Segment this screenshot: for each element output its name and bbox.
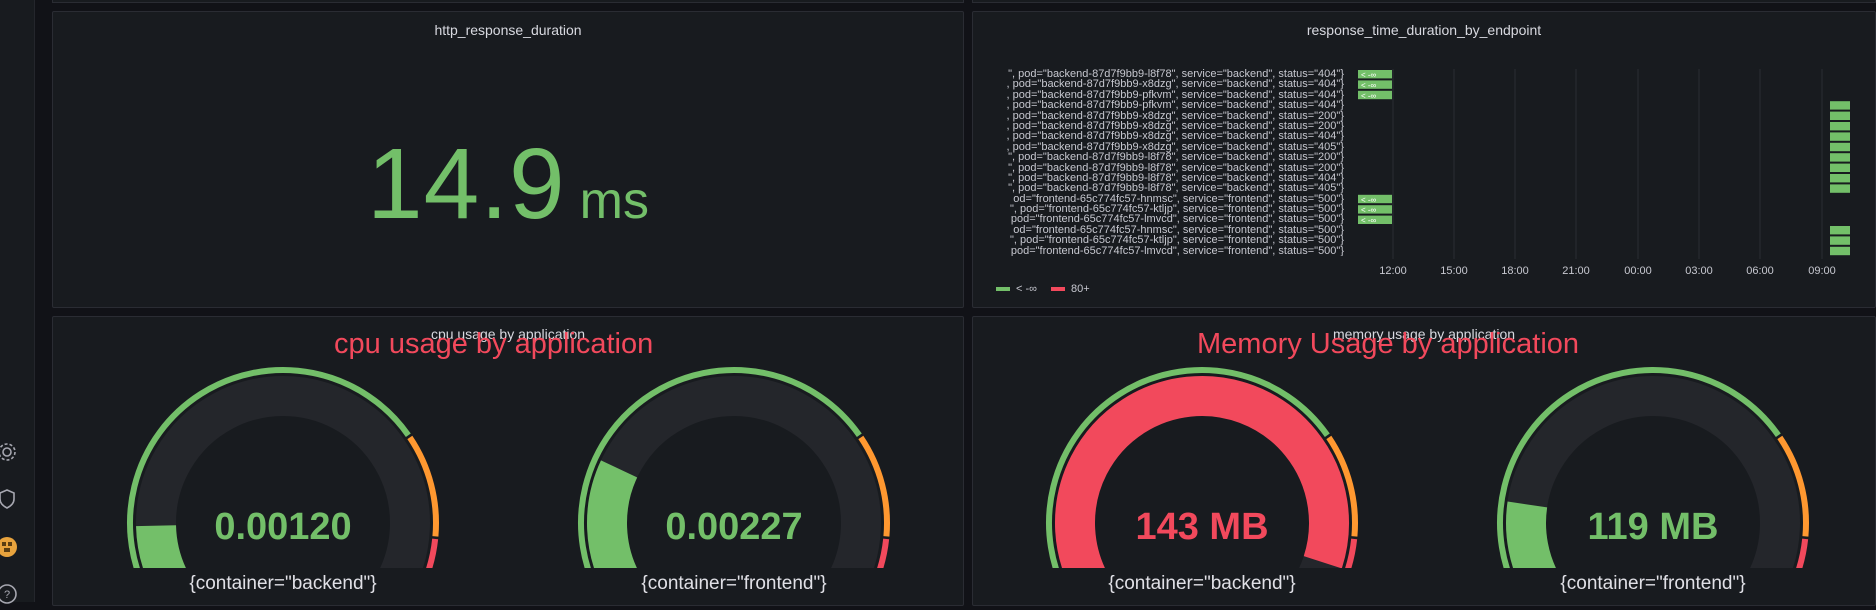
panel-title[interactable]: http_response_duration bbox=[53, 22, 963, 38]
x-tick-label: 06:00 bbox=[1746, 265, 1774, 277]
x-tick-label: 21:00 bbox=[1562, 265, 1590, 277]
heatmap-cell[interactable]: < -∞ bbox=[1358, 90, 1392, 101]
legend-item[interactable]: 80+ bbox=[1051, 283, 1090, 295]
cpu-frontend-gauge[interactable]: 0.00227 {container="frontend"} bbox=[575, 358, 893, 602]
heatmap-cell[interactable] bbox=[1830, 163, 1850, 172]
heatmap-cell[interactable] bbox=[1830, 153, 1850, 162]
x-tick-label: 15:00 bbox=[1440, 265, 1468, 277]
heatmap-cell-label: < -∞ bbox=[1361, 71, 1377, 80]
stat-panel[interactable]: http_response_duration 14.9 ms bbox=[52, 11, 964, 308]
stat-unit: ms bbox=[579, 172, 649, 230]
svg-text:?: ? bbox=[4, 589, 10, 601]
avatar[interactable] bbox=[0, 536, 18, 558]
panel-title[interactable]: response_time_duration_by_endpoint bbox=[973, 22, 1875, 38]
x-tick-label: 12:00 bbox=[1379, 265, 1407, 277]
gauge-label: {container="backend"} bbox=[189, 573, 377, 594]
heatmap-series-labels: ", pod="backend-87d7f9bb9-l8f78", servic… bbox=[976, 69, 1344, 256]
gauge-value: 119 MB bbox=[1587, 506, 1719, 548]
heatmap-cell[interactable]: < -∞ bbox=[1358, 194, 1392, 205]
side-menu: ? bbox=[0, 0, 35, 604]
x-tick-label: 09:00 bbox=[1808, 265, 1836, 277]
x-tick-label: 00:00 bbox=[1624, 265, 1652, 277]
x-tick-label: 18:00 bbox=[1501, 265, 1529, 277]
heatmap-cell-label: < -∞ bbox=[1361, 216, 1377, 225]
heatmap-cell-label: < -∞ bbox=[1361, 195, 1377, 204]
heatmap-grid: < -∞< -∞< -∞< -∞< -∞< -∞ bbox=[1358, 69, 1850, 259]
gauge-value: 0.00227 bbox=[665, 506, 803, 548]
memory-backend-gauge[interactable]: 143 MB {container="backend"} bbox=[1043, 358, 1361, 602]
gauge-value: 0.00120 bbox=[214, 506, 352, 548]
legend-swatch bbox=[1051, 287, 1065, 291]
panel-bottom-edge bbox=[972, 0, 1876, 3]
heatmap-cell[interactable] bbox=[1830, 111, 1850, 120]
heatmap-cell[interactable]: < -∞ bbox=[1358, 205, 1392, 215]
heatmap-legend[interactable]: < -∞ 80+ bbox=[996, 283, 1098, 295]
series-label: pod="frontend-65c774fc57-lmvcd", service… bbox=[1010, 244, 1344, 257]
series-label: , pod="backend-87d7f9bb9-pfkvm", service… bbox=[1006, 99, 1344, 112]
legend-label: < -∞ bbox=[1016, 283, 1037, 295]
stat-value: 14.9 ms bbox=[53, 127, 963, 242]
heatmap-cell[interactable] bbox=[1830, 226, 1850, 235]
heatmap-cell-label: < -∞ bbox=[1361, 206, 1377, 215]
legend-label: 80+ bbox=[1071, 283, 1090, 295]
memory-frontend-gauge[interactable]: 119 MB {container="frontend"} bbox=[1494, 358, 1812, 602]
heatmap-cell[interactable] bbox=[1830, 246, 1850, 256]
panel-bottom-edge bbox=[52, 0, 964, 3]
x-tick-label: 03:00 bbox=[1685, 265, 1713, 277]
heatmap-cell-label: < -∞ bbox=[1361, 81, 1377, 90]
heatmap-cell[interactable] bbox=[1830, 122, 1850, 131]
memory-annotation: Memory Usage by application bbox=[1197, 328, 1580, 360]
gauge-value: 143 MB bbox=[1135, 506, 1269, 548]
heatmap-cell[interactable]: < -∞ bbox=[1358, 80, 1392, 90]
heatmap-cell[interactable] bbox=[1830, 132, 1850, 141]
legend-swatch bbox=[996, 287, 1010, 291]
heatmap-cell[interactable] bbox=[1830, 174, 1850, 183]
gauge-label: {container="frontend"} bbox=[1560, 573, 1746, 594]
legend-item[interactable]: < -∞ bbox=[996, 283, 1037, 295]
heatmap-cell[interactable]: < -∞ bbox=[1358, 215, 1392, 226]
gear-icon[interactable] bbox=[0, 441, 18, 463]
heatmap-cell[interactable]: < -∞ bbox=[1358, 70, 1392, 80]
gauge-label: {container="backend"} bbox=[1108, 573, 1296, 594]
cpu-annotation: cpu usage by application bbox=[334, 328, 654, 360]
gauge-label: {container="frontend"} bbox=[641, 573, 827, 594]
heatmap-cell[interactable] bbox=[1830, 236, 1850, 245]
shield-icon[interactable] bbox=[0, 488, 18, 510]
series-label: ", pod="backend-87d7f9bb9-l8f78", servic… bbox=[1008, 151, 1344, 164]
stat-number: 14.9 bbox=[367, 128, 566, 240]
heatmap-cell[interactable] bbox=[1830, 101, 1850, 110]
heatmap-cell[interactable] bbox=[1830, 142, 1850, 152]
heatmap-cell[interactable] bbox=[1830, 184, 1850, 193]
heatmap-cell-label: < -∞ bbox=[1361, 91, 1377, 100]
cpu-backend-gauge[interactable]: 0.00120 {container="backend"} bbox=[124, 358, 442, 602]
